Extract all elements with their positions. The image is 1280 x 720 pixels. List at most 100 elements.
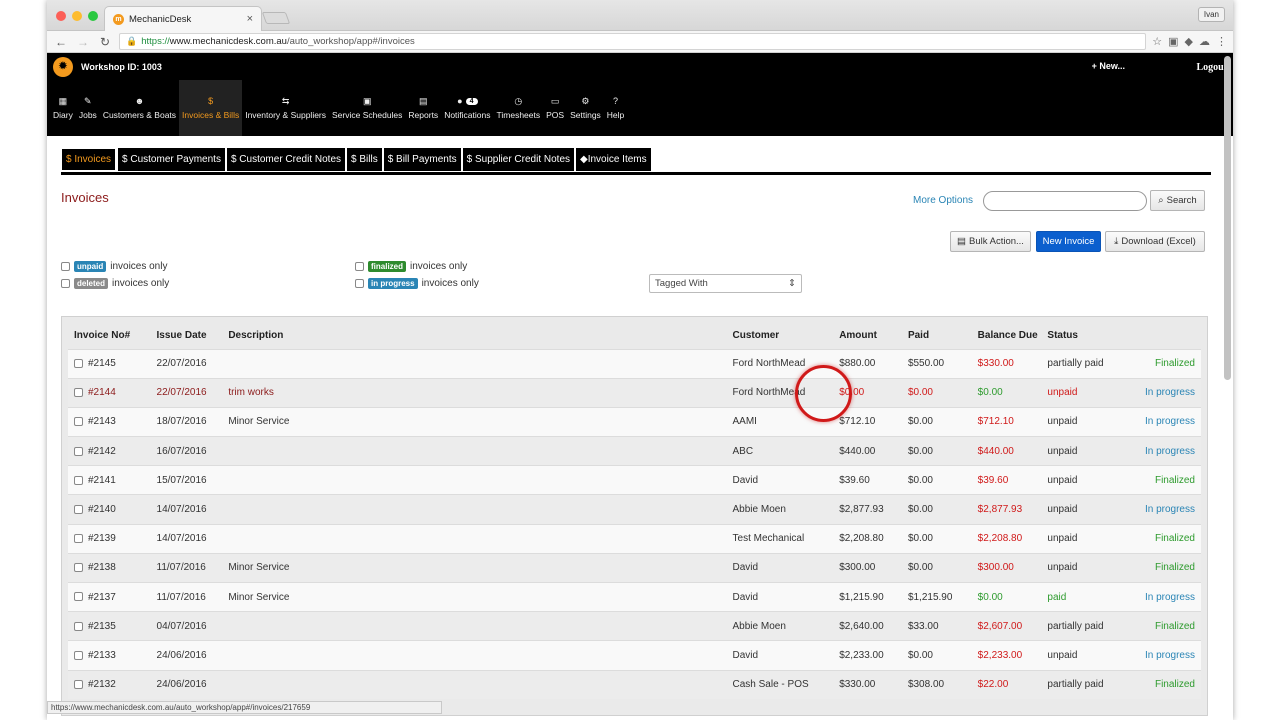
table-row[interactable]: #2132 24/06/2016 Cash Sale - POS $330.00 $30… (68, 669, 1201, 700)
nav-item-settings[interactable]: ⚙ Settings (567, 80, 604, 136)
filter-in-progress[interactable]: in progress invoices only (355, 278, 479, 289)
browser-tab[interactable]: m MechanicDesk × (104, 6, 262, 31)
stage-cell[interactable]: Finalized (1131, 611, 1201, 641)
search-button[interactable]: ⌕ Search (1150, 190, 1205, 211)
stage-cell[interactable]: In progress (1131, 640, 1201, 671)
row-checkbox[interactable] (74, 563, 83, 573)
menu-icon[interactable]: ⋮ (1216, 35, 1227, 48)
minimize-window-button[interactable] (72, 11, 82, 21)
nav-item-timesheets[interactable]: ◷ Timesheets (494, 80, 544, 136)
invoice-number-cell[interactable]: #2141 (68, 465, 151, 495)
stage-cell[interactable]: In progress (1131, 581, 1201, 612)
stage-cell[interactable]: Finalized (1131, 552, 1201, 583)
new-tab-button[interactable] (261, 12, 291, 24)
row-checkbox[interactable] (74, 504, 83, 514)
invoice-number-cell[interactable]: #2133 (68, 640, 151, 671)
subtab-invoices[interactable]: $ Invoices (61, 148, 117, 171)
table-row[interactable]: #2144 22/07/2016 trim works Ford NorthMead $… (68, 377, 1201, 408)
invoice-number-cell[interactable]: #2137 (68, 581, 151, 612)
invoice-number-cell[interactable]: #2135 (68, 611, 151, 641)
maximize-window-button[interactable] (88, 11, 98, 21)
search-input[interactable] (983, 191, 1147, 211)
row-checkbox[interactable] (74, 680, 83, 690)
close-tab-icon[interactable]: × (247, 13, 253, 25)
subtab-customer-payments[interactable]: $ Customer Payments (118, 148, 225, 171)
table-row[interactable]: #2145 22/07/2016 Ford NorthMead $880.00 $550… (68, 348, 1201, 379)
table-row[interactable]: #2133 24/06/2016 David $2,233.00 $0.00 $2,233… (68, 640, 1201, 671)
nav-item-service-schedules[interactable]: ▣ Service Schedules (329, 80, 405, 136)
stage-cell[interactable]: Finalized (1131, 523, 1201, 554)
more-options-link[interactable]: More Options (913, 195, 973, 206)
stage-cell[interactable]: In progress (1131, 494, 1201, 525)
scrollbar[interactable] (1224, 56, 1231, 380)
nav-item-diary[interactable]: ▦ Diary (50, 80, 76, 136)
table-row[interactable]: #2137 11/07/2016 Minor Service David $1,215.… (68, 581, 1201, 612)
in-progress-checkbox[interactable] (355, 279, 364, 288)
row-checkbox[interactable] (74, 650, 83, 660)
cloud-icon[interactable]: ☁ (1199, 35, 1210, 48)
stage-cell[interactable]: Finalized (1131, 465, 1201, 495)
close-window-button[interactable] (56, 11, 66, 21)
nav-item-inventory-suppliers[interactable]: ⇆ Inventory & Suppliers (242, 80, 329, 136)
stage-cell[interactable]: In progress (1131, 406, 1201, 437)
table-row[interactable]: #2135 04/07/2016 Abbie Moen $2,640.00 $33.00… (68, 611, 1201, 641)
nav-item-invoices-bills[interactable]: $ Invoices & Bills (179, 80, 243, 136)
bulk-action-button[interactable]: ▤ Bulk Action... (950, 231, 1031, 252)
invoice-number-cell[interactable]: #2139 (68, 523, 151, 554)
nav-item-pos[interactable]: ▭ POS (543, 80, 567, 136)
profile-button[interactable]: Ivan (1197, 7, 1225, 22)
table-row[interactable]: #2142 16/07/2016 ABC $440.00 $0.00 $440.00 unp… (68, 436, 1201, 466)
reload-icon[interactable]: ↻ (97, 35, 113, 49)
subtab-supplier-credit-notes[interactable]: $ Supplier Credit Notes (462, 148, 575, 171)
unpaid-checkbox[interactable] (61, 262, 70, 271)
table-row[interactable]: #2138 11/07/2016 Minor Service David $300.00… (68, 552, 1201, 583)
invoice-number-cell[interactable]: #2143 (68, 406, 151, 437)
filter-deleted[interactable]: deleted invoices only (61, 278, 169, 289)
row-checkbox[interactable] (74, 417, 83, 427)
subtab-bill-payments[interactable]: $ Bill Payments (383, 148, 461, 171)
logout-link[interactable]: Logout (1196, 62, 1227, 73)
url-field[interactable]: 🔒 https:// www.mechanicdesk.com.au /auto… (119, 33, 1147, 50)
filter-unpaid[interactable]: unpaid invoices only (61, 261, 167, 272)
forward-icon[interactable]: → (75, 35, 91, 49)
row-checkbox[interactable] (74, 475, 83, 485)
invoice-number-cell[interactable]: #2142 (68, 436, 151, 466)
extension-icon[interactable]: ▣ (1168, 35, 1178, 48)
table-row[interactable]: #2139 14/07/2016 Test Mechanical $2,208.80 $… (68, 523, 1201, 554)
table-row[interactable]: #2140 14/07/2016 Abbie Moen $2,877.93 $0.00 $… (68, 494, 1201, 525)
row-checkbox[interactable] (74, 621, 83, 631)
logo-icon[interactable]: ✹ (53, 56, 73, 77)
nav-item-help[interactable]: ? Help (604, 80, 627, 136)
invoice-number-cell[interactable]: #2138 (68, 552, 151, 583)
new-menu-link[interactable]: + New... (1092, 61, 1125, 71)
stage-cell[interactable]: In progress (1131, 436, 1201, 466)
tagged-with-select[interactable]: Tagged With ⇕ (649, 274, 802, 293)
stage-cell[interactable]: Finalized (1131, 669, 1201, 700)
nav-item-jobs[interactable]: ✎ Jobs (76, 80, 100, 136)
nav-item-reports[interactable]: ▤ Reports (405, 80, 441, 136)
bookmark-star-icon[interactable]: ☆ (1152, 35, 1162, 48)
subtab-customer-credit-notes[interactable]: $ Customer Credit Notes (226, 148, 346, 171)
table-row[interactable]: #2141 15/07/2016 David $39.60 $0.00 $39.60 unp… (68, 465, 1201, 495)
download-excel-button[interactable]: ⤓ Download (Excel) (1105, 231, 1205, 252)
finalized-checkbox[interactable] (355, 262, 364, 271)
table-row[interactable]: #2143 18/07/2016 Minor Service AAMI $712.10 $… (68, 406, 1201, 437)
invoice-number-cell[interactable]: #2144 (68, 377, 151, 408)
deleted-checkbox[interactable] (61, 279, 70, 288)
row-checkbox[interactable] (74, 534, 83, 544)
extension-icon[interactable]: ◆ (1185, 35, 1193, 48)
back-icon[interactable]: ← (53, 35, 69, 49)
row-checkbox[interactable] (74, 358, 83, 368)
subtab-bills[interactable]: $ Bills (347, 148, 382, 171)
new-invoice-button[interactable]: New Invoice (1036, 231, 1101, 252)
stage-cell[interactable]: In progress (1131, 377, 1201, 408)
row-checkbox[interactable] (74, 446, 83, 456)
invoice-number-cell[interactable]: #2132 (68, 669, 151, 700)
invoice-number-cell[interactable]: #2140 (68, 494, 151, 525)
filter-finalized[interactable]: finalized invoices only (355, 261, 467, 272)
row-checkbox[interactable] (74, 388, 83, 398)
row-checkbox[interactable] (74, 592, 83, 602)
stage-cell[interactable]: Finalized (1131, 348, 1201, 379)
nav-item-notifications[interactable]: ● 4 Notifications (441, 80, 493, 136)
invoice-number-cell[interactable]: #2145 (68, 348, 151, 379)
